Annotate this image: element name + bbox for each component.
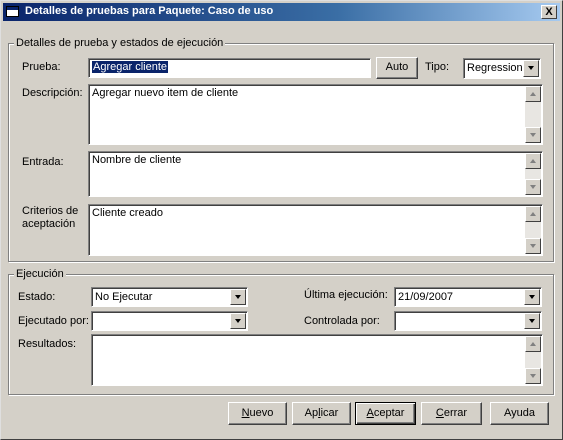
cerrar-button[interactable]: Cerrar [421, 402, 482, 425]
ejecutado-por-select[interactable] [91, 311, 248, 331]
descripcion-value: Agregar nuevo item de cliente [92, 87, 239, 99]
chevron-down-icon [529, 319, 535, 323]
arrow-down-icon [530, 133, 536, 137]
controlada-por-select[interactable] [394, 311, 542, 331]
arrow-down-icon [530, 374, 536, 378]
aplicar-label-pre: Ap [304, 407, 319, 419]
entrada-value: Nombre de cliente [92, 154, 182, 166]
arrow-up-icon [530, 92, 536, 96]
aceptar-label: ceptar [373, 407, 405, 419]
descripcion-scrollbar[interactable] [525, 86, 541, 143]
estado-select[interactable]: No Ejecutar [91, 287, 248, 307]
scroll-up-button[interactable] [525, 206, 541, 222]
controlada-por-dropdown-button[interactable] [524, 313, 540, 329]
resultados-textarea[interactable] [91, 334, 543, 386]
descripcion-label: Descripción: [22, 87, 83, 99]
cerrar-mnemonic: C [435, 407, 444, 419]
tipo-dropdown-button[interactable] [523, 60, 539, 77]
nuevo-label: uevo [249, 407, 274, 419]
tipo-select[interactable]: Regression [463, 58, 541, 79]
arrow-down-icon [530, 244, 536, 248]
arrow-up-icon [530, 342, 536, 346]
aplicar-button[interactable]: Aplicar [292, 402, 351, 425]
prueba-input[interactable]: Agregar cliente [88, 58, 371, 78]
criterios-textarea[interactable]: Cliente creado [88, 204, 543, 256]
criterios-value: Cliente creado [92, 207, 163, 219]
aplicar-label-rest: icar [320, 407, 339, 419]
estado-dropdown-button[interactable] [230, 289, 246, 305]
scroll-down-button[interactable] [525, 368, 541, 384]
entrada-textarea[interactable]: Nombre de cliente [88, 151, 543, 197]
ultima-ejecucion-value: 21/09/2007 [398, 291, 454, 303]
resultados-label: Resultados: [18, 338, 77, 350]
ultima-ejecucion-dropdown-button[interactable] [524, 289, 540, 305]
chevron-down-icon [235, 295, 241, 299]
scroll-down-button[interactable] [525, 179, 541, 195]
nuevo-button[interactable]: Nuevo [228, 402, 287, 425]
criterios-label-line1: Criterios de [22, 205, 79, 217]
nuevo-mnemonic: N [241, 407, 250, 419]
cerrar-label: errar [443, 407, 468, 419]
window-icon [6, 6, 19, 17]
arrow-down-icon [530, 185, 536, 189]
prueba-value: Agregar cliente [92, 61, 168, 73]
ultima-ejecucion-label: Última ejecución: [304, 289, 388, 301]
scroll-up-button[interactable] [525, 86, 541, 102]
estado-label: Estado: [18, 291, 56, 303]
criterios-label-line2: aceptación [22, 218, 76, 230]
ejecutado-por-label: Ejecutado por: [18, 315, 89, 327]
window-title: Detalles de pruebas para Paquete: Caso d… [25, 5, 274, 17]
ejecutado-por-dropdown-button[interactable] [230, 313, 246, 329]
prueba-label: Prueba: [22, 61, 61, 73]
aceptar-mnemonic: A [366, 407, 374, 419]
scroll-down-button[interactable] [525, 127, 541, 143]
execution-legend: Ejecución [14, 268, 66, 280]
ultima-ejecucion-picker[interactable]: 21/09/2007 [394, 287, 542, 307]
chevron-down-icon [235, 319, 241, 323]
auto-button[interactable]: Auto [376, 57, 418, 79]
aceptar-button[interactable]: Aceptar [355, 402, 416, 425]
tipo-value: Regression [467, 62, 523, 74]
test-details-legend: Detalles de prueba y estados de ejecució… [14, 37, 226, 49]
criterios-scrollbar[interactable] [525, 206, 541, 254]
close-button[interactable]: X [541, 5, 557, 19]
resultados-scrollbar[interactable] [525, 336, 541, 384]
descripcion-textarea[interactable]: Agregar nuevo item de cliente [88, 84, 543, 145]
controlada-por-label: Controlada por: [304, 315, 380, 327]
chevron-down-icon [529, 295, 535, 299]
entrada-scrollbar[interactable] [525, 153, 541, 195]
title-bar[interactable]: Detalles de pruebas para Paquete: Caso d… [3, 3, 560, 21]
arrow-up-icon [530, 159, 536, 163]
ayuda-button[interactable]: Ayuda [490, 402, 549, 425]
tipo-label: Tipo: [425, 61, 450, 73]
arrow-up-icon [530, 212, 536, 216]
chevron-down-icon [528, 66, 534, 70]
scroll-up-button[interactable] [525, 153, 541, 169]
estado-value: No Ejecutar [95, 291, 153, 303]
scroll-down-button[interactable] [525, 238, 541, 254]
scroll-up-button[interactable] [525, 336, 541, 352]
dialog-window: Detalles de pruebas para Paquete: Caso d… [0, 0, 563, 440]
entrada-label: Entrada: [22, 156, 64, 168]
